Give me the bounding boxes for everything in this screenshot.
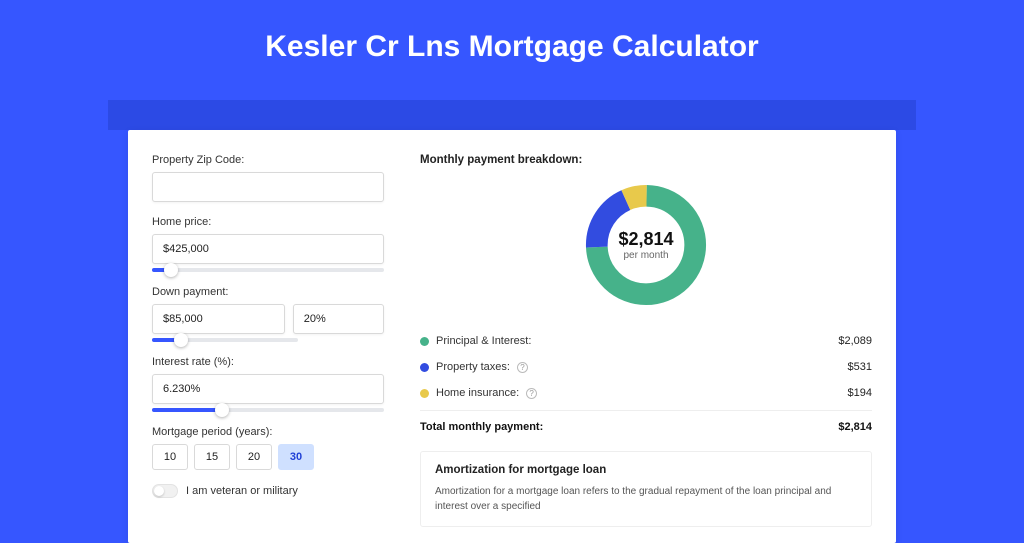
donut-amount: $2,814 xyxy=(618,229,673,250)
slider-thumb[interactable] xyxy=(215,403,229,417)
calculator-card: Property Zip Code Home price Down paymen… xyxy=(128,130,896,543)
amortization-box: Amortization for mortgage loan Amortizat… xyxy=(420,451,872,527)
period-btn-20[interactable]: 20 xyxy=(236,444,272,470)
interest-rate-field: Interest rate (%) xyxy=(152,356,384,412)
legend-principal: Principal & Interest $2,089 xyxy=(420,328,872,354)
mortgage-period-field: Mortgage period (years) 10 15 20 30 xyxy=(152,426,384,470)
down-payment-slider[interactable] xyxy=(152,338,298,342)
period-options: 10 15 20 30 xyxy=(152,444,384,470)
total-row: Total monthly payment $2,814 xyxy=(420,410,872,433)
dot-icon xyxy=(420,363,429,372)
page-title: Kesler Cr Lns Mortgage Calculator xyxy=(0,0,1024,88)
zip-input[interactable] xyxy=(152,172,384,202)
breakdown-column: Monthly payment breakdown $2,814 per mon… xyxy=(408,130,896,543)
header-band xyxy=(108,100,916,130)
mortgage-period-label: Mortgage period (years) xyxy=(152,426,384,438)
legend-insurance: Home insurance ? $194 xyxy=(420,380,872,406)
slider-thumb[interactable] xyxy=(164,263,178,277)
veteran-toggle-row: I am veteran or military xyxy=(152,484,384,498)
donut-chart: $2,814 per month xyxy=(581,180,711,310)
form-column: Property Zip Code Home price Down paymen… xyxy=(128,130,408,543)
legend-value: $194 xyxy=(848,387,872,399)
slider-thumb[interactable] xyxy=(174,333,188,347)
veteran-toggle[interactable] xyxy=(152,484,178,498)
period-btn-10[interactable]: 10 xyxy=(152,444,188,470)
donut-center: $2,814 per month xyxy=(581,180,711,310)
amortization-text: Amortization for a mortgage loan refers … xyxy=(435,484,857,514)
legend-taxes: Property taxes ? $531 xyxy=(420,354,872,380)
down-payment-field: Down payment xyxy=(152,286,384,342)
legend-value: $531 xyxy=(848,361,872,373)
down-payment-pct-input[interactable] xyxy=(293,304,384,334)
zip-field: Property Zip Code xyxy=(152,154,384,202)
interest-rate-input[interactable] xyxy=(152,374,384,404)
info-icon[interactable]: ? xyxy=(526,388,537,399)
home-price-label: Home price xyxy=(152,216,384,228)
home-price-field: Home price xyxy=(152,216,384,272)
total-value: $2,814 xyxy=(838,421,872,433)
legend-label: Principal & Interest xyxy=(436,335,531,347)
legend-label: Home insurance xyxy=(436,387,519,399)
home-price-slider[interactable] xyxy=(152,268,384,272)
down-payment-label: Down payment xyxy=(152,286,384,298)
period-btn-15[interactable]: 15 xyxy=(194,444,230,470)
dot-icon xyxy=(420,337,429,346)
legend-label: Property taxes xyxy=(436,361,510,373)
home-price-input[interactable] xyxy=(152,234,384,264)
donut-chart-wrap: $2,814 per month xyxy=(420,180,872,310)
interest-rate-slider[interactable] xyxy=(152,408,384,412)
donut-per-month: per month xyxy=(623,250,668,261)
interest-rate-label: Interest rate (%) xyxy=(152,356,384,368)
info-icon[interactable]: ? xyxy=(517,362,528,373)
breakdown-title: Monthly payment breakdown xyxy=(420,154,872,166)
total-label: Total monthly payment xyxy=(420,421,543,433)
legend-value: $2,089 xyxy=(838,335,872,347)
down-payment-input[interactable] xyxy=(152,304,285,334)
toggle-knob xyxy=(154,486,164,496)
zip-label: Property Zip Code xyxy=(152,154,384,166)
dot-icon xyxy=(420,389,429,398)
veteran-label: I am veteran or military xyxy=(186,485,298,497)
period-btn-30[interactable]: 30 xyxy=(278,444,314,470)
amortization-title: Amortization for mortgage loan xyxy=(435,464,857,476)
